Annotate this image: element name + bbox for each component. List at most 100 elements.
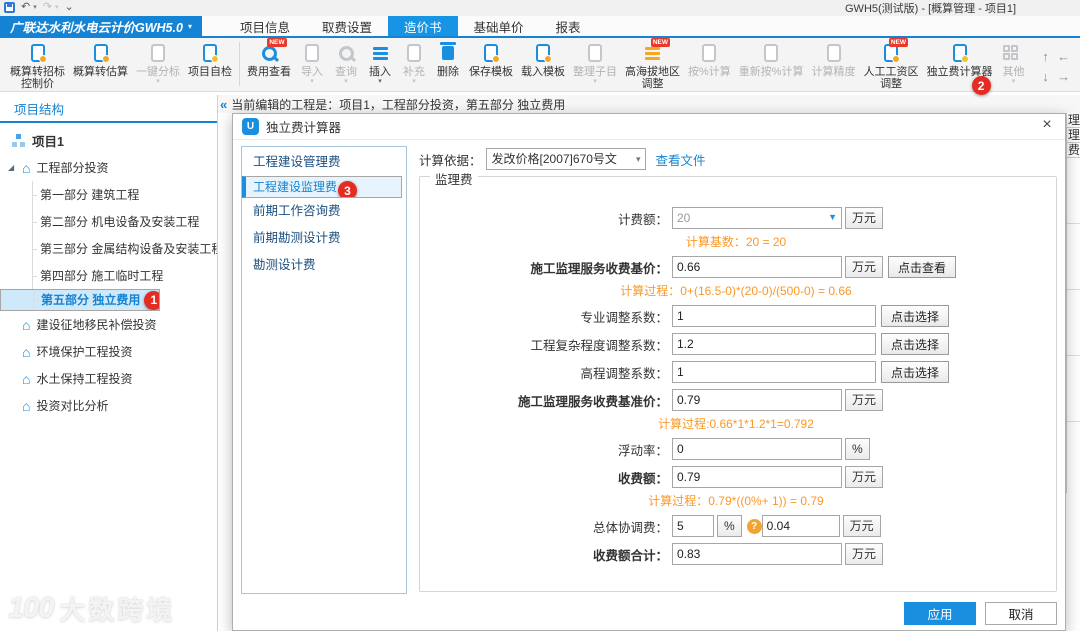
window-title: GWH5(测试版) - [概算管理 - 项目1] [845,3,1017,15]
customize-quick-access-icon[interactable]: ⌄ [64,1,73,13]
delete-button[interactable]: 删除 [431,40,465,92]
float-rate-row: 浮动率：% [426,438,1050,460]
list-item-preliminary-consulting-fee[interactable]: 前期工作咨询费 [242,198,406,225]
charge-amount-input[interactable] [672,466,842,488]
move-left-icon[interactable]: ← [1055,46,1073,66]
list-item-preliminary-survey-design-fee[interactable]: 前期勘测设计费 [242,225,406,252]
workspace: 项目结构 项目1 ◢ ⌂ 工程部分投资 第一部分 建筑工程 第二部分 机电设备及安装工程第… [0,95,1080,631]
tab-pricing-book[interactable]: 造价书 [387,16,458,36]
professional-adjust-factor-pick-button[interactable]: 点击选择 [881,305,950,327]
table-empty-row [1067,158,1080,224]
fee-view-button[interactable]: NEW 费用查看 [243,38,295,92]
move-down-icon[interactable]: ↓ [1037,66,1055,86]
chevron-down-icon: ▾ [187,21,192,31]
calculator-icon: U [242,118,259,135]
tree-item-part5-independent-fee-label: 第五部分 独立费用 [41,293,141,307]
tab-project-info[interactable]: 项目信息 [224,16,306,36]
tree-item-part3-metal-structure[interactable]: 第三部分 金属结构设备及安装工程 [0,235,217,262]
tree-expand-icon[interactable]: ◢ [8,163,14,172]
supplement-label: 补充 [403,66,425,78]
save-template-button[interactable]: 保存模板 [465,40,517,92]
close-icon[interactable]: × [1037,116,1057,134]
independent-fee-calculator-button[interactable]: 独立费计算器 2 [923,40,997,95]
app-menu-button[interactable]: 广联达水利水电云计价GWH5.0 ▾ [0,16,202,36]
supervision-service-benchmark-price-input[interactable] [672,389,842,411]
tab-base-unit-price[interactable]: 基础单价 [458,16,540,36]
supervision-service-base-price-pick-button[interactable]: 点击查看 [888,256,957,278]
apply-button[interactable]: 应用 [904,602,976,625]
labor-wage-zone-adjust-label: 人工工资区 调整 [863,66,919,90]
professional-adjust-factor-input[interactable] [672,305,876,327]
overall-coordination-fee-row: 总体协调费：%? 万元 [426,515,1050,537]
independent-fee-calculator-dialog: U 独立费计算器 × 工程建设管理费 工程建设监理费 3 前期工作咨询费 前期勘测设计费… [232,113,1066,631]
tab-fee-settings[interactable]: 取费设置 [306,16,388,36]
complexity-adjust-factor-pick-button[interactable]: 点击选择 [881,333,950,355]
budget-to-bid-control-price-button[interactable]: 概算转招标 控制价 [6,40,69,92]
one-click-split-button: 一键分标 ▾ [132,40,184,92]
calc-basis-label: 计算依据： [419,153,482,168]
query-button: 查询 ▾ [329,40,363,92]
complexity-adjust-factor-input[interactable] [672,333,876,355]
move-right-icon[interactable]: → [1055,66,1073,86]
project-self-check-button[interactable]: 项目自检 [184,40,236,92]
cancel-button[interactable]: 取消 [985,602,1057,625]
tree-item-environment-protection-label: 环境保护工程投资 [36,345,133,359]
complexity-adjust-factor-label: 工程复杂程度调整系数： [530,338,668,353]
tree-item-engineering-investment[interactable]: ◢ ⌂ 工程部分投资 [0,154,217,181]
collapse-sidebar-icon[interactable]: « [218,97,231,112]
calc-basis-select[interactable]: 发改价格[2007]670号文 ▾ [485,148,646,170]
tree-item-project-1[interactable]: 项目1 [0,127,217,154]
tab-reports[interactable]: 报表 [540,16,597,36]
move-up-icon[interactable]: ↑ [1037,46,1055,66]
tree-item-part1-construction[interactable]: 第一部分 建筑工程 [0,181,217,208]
chevron-down-icon: ▾ [310,78,314,85]
project-icon [12,134,25,147]
view-file-link[interactable]: 查看文件 [656,150,706,169]
charge-amount-total-input[interactable] [672,543,842,565]
labor-wage-zone-adjust-button[interactable]: NEW 人工工资区 调整 [860,38,923,92]
chevron-down-icon[interactable]: ▼ [828,213,837,222]
high-altitude-area-adjust-button[interactable]: NEW 高海拔地区 调整 [621,38,684,92]
supervision-service-base-price-label: 施工监理服务收费基价： [530,261,668,276]
float-rate-unit: % [845,438,870,460]
list-item-survey-design-fee[interactable]: 勘测设计费 [242,252,406,279]
tree-item-part4-temporary-works[interactable]: 第四部分 施工临时工程 [0,262,217,289]
menu-bar: 广联达水利水电云计价GWH5.0 ▾ 项目信息 取费设置 造价书 基础单价 报表 [0,16,1080,38]
save-template-icon [484,41,500,65]
tree-item-land-resettlement[interactable]: ⌂ 建设征地移民补偿投资 [0,311,217,338]
float-rate-input[interactable] [672,438,842,460]
budget-to-bid-control-price-label: 概算转招标 控制价 [10,66,65,90]
tree-item-part2-mechanical[interactable]: 第二部分 机电设备及安装工程 [0,208,217,235]
supervision-service-base-price-input[interactable] [672,256,842,278]
load-template-button[interactable]: 载入模板 [517,40,569,92]
undo-icon[interactable]: ↶ [21,1,30,13]
one-click-split-icon [151,41,165,65]
fee-base-amount-input[interactable] [672,207,842,229]
professional-adjust-factor [672,305,876,327]
list-item-construction-supervision-fee[interactable]: 工程建设监理费 3 [242,176,402,198]
save-icon[interactable] [4,1,15,13]
tree-item-investment-comparison[interactable]: ⌂ 投资对比分析 [0,392,217,419]
overall-coordination-fee-percent-input[interactable] [672,515,714,537]
supervision-service-benchmark-price-label: 施工监理服务收费基准价： [517,394,668,409]
house-icon: ⌂ [22,397,31,414]
tree-item-part5-independent-fee[interactable]: 第五部分 独立费用 1 [0,289,160,311]
budget-to-estimate-button[interactable]: 概算转估算 [69,40,132,92]
supervision-service-benchmark-price-row: 施工监理服务收费基准价： 万元 [426,389,1050,411]
tab-project-structure[interactable]: 项目结构 [0,99,64,118]
overall-coordination-fee-amount-input[interactable] [761,515,840,537]
tree-item-soil-water-conservation[interactable]: ⌂ 水土保持工程投资 [0,365,217,392]
supervision-service-base-price [672,256,842,278]
elevation-adjust-factor-pick-button[interactable]: 点击选择 [881,361,950,383]
list-item-preliminary-consulting-fee-label: 前期工作咨询费 [253,204,341,218]
fee-base-amount-row: 计费额： ▼ 万元 [426,207,1050,229]
house-icon: ⌂ [22,316,31,333]
list-item-construction-management-fee[interactable]: 工程建设管理费 [242,149,406,176]
budget-to-estimate-icon [93,41,110,65]
help-icon[interactable]: ? [746,518,762,534]
project-self-check-label: 项目自检 [188,66,232,78]
table-cell-fragment: 费 [1067,143,1080,158]
elevation-adjust-factor-input[interactable] [672,361,876,383]
insert-button[interactable]: 插入 ▾ [363,40,397,92]
tree-item-environment-protection[interactable]: ⌂ 环境保护工程投资 [0,338,217,365]
